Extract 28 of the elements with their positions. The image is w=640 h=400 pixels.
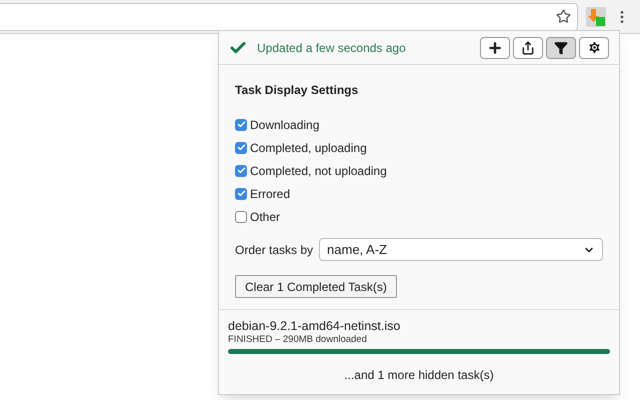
checkbox-label: Completed, not uploading — [250, 162, 387, 180]
checkbox-label: Errored — [250, 186, 290, 202]
task-name: debian-9.2.1-amd64-netinst.iso — [228, 318, 402, 332]
star-icon[interactable] — [556, 9, 571, 24]
filter-icon — [554, 40, 568, 54]
task-status: FINISHED – 290MB downloaded — [228, 332, 368, 346]
settings-icon — [586, 40, 602, 55]
extension-icon[interactable] — [586, 6, 606, 26]
plus-icon — [487, 40, 503, 56]
checkbox[interactable] — [235, 164, 247, 176]
checkbox[interactable] — [235, 188, 247, 200]
add-button[interactable] — [480, 36, 510, 58]
clear-button[interactable]: Clear 1 Completed Task(s) — [235, 275, 397, 298]
checkbox[interactable] — [235, 142, 247, 154]
filter-button[interactable] — [546, 36, 576, 58]
section-title: Task Display Settings — [235, 82, 360, 99]
order-select[interactable]: name, A-Z — [319, 238, 603, 261]
checkbox[interactable] — [235, 118, 247, 130]
checkbox[interactable] — [235, 210, 247, 222]
hidden-tasks-note: ...and 1 more hidden task(s) — [343, 366, 495, 384]
share-icon — [521, 40, 535, 54]
order-label: Order tasks by — [235, 242, 314, 258]
checkbox-label: Completed, uploading — [250, 140, 367, 156]
checkbox-label: Other — [250, 208, 280, 226]
share-button[interactable] — [513, 36, 543, 58]
settings-button[interactable] — [579, 36, 609, 58]
status-text: Updated a few seconds ago — [257, 40, 406, 56]
checkbox-label: Downloading — [250, 116, 320, 134]
